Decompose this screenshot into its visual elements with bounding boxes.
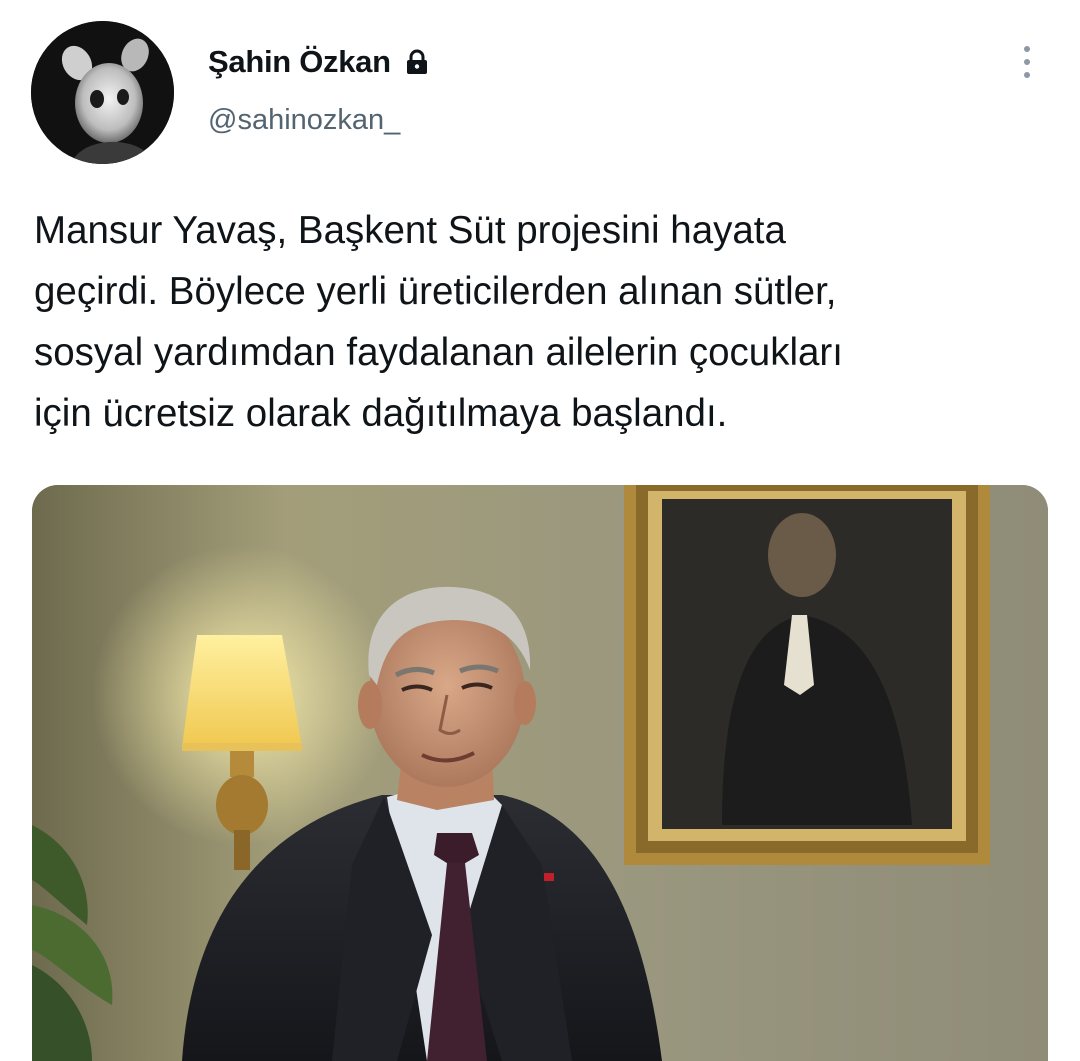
more-options-button[interactable] xyxy=(1010,40,1044,84)
more-vertical-icon-dot xyxy=(1024,59,1030,65)
author-handle[interactable]: @sahinozkan_ xyxy=(208,104,400,137)
lock-icon xyxy=(403,48,431,76)
photo-image xyxy=(32,485,1048,1061)
avatar-image xyxy=(31,21,174,164)
tweet: Şahin Özkan @sahinozkan_ Mansur Yavaş, B… xyxy=(0,0,1080,1061)
author-display-name[interactable]: Şahin Özkan xyxy=(208,44,391,80)
tweet-photo[interactable] xyxy=(32,485,1048,1061)
author-name-row[interactable]: Şahin Özkan xyxy=(208,40,431,84)
more-vertical-icon-dot xyxy=(1024,72,1030,78)
tweet-text: Mansur Yavaş, Başkent Süt projesini haya… xyxy=(34,209,843,435)
author-avatar[interactable] xyxy=(31,21,174,164)
more-vertical-icon xyxy=(1024,46,1030,52)
